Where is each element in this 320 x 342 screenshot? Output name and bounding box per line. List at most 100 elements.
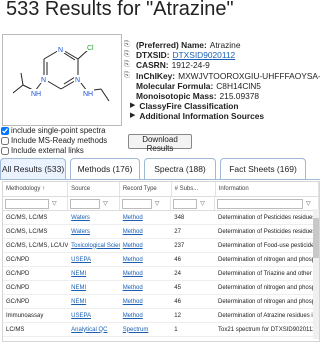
classyfire-toggle[interactable]: ▶ClassyFire Classification — [124, 101, 320, 111]
inchikey-value: MXWJVTOOROXGIU-UHFFFAOYSA-N — [178, 71, 320, 81]
tab-methods[interactable]: Methods (176) — [70, 158, 140, 179]
source-link[interactable]: NEMI — [71, 299, 86, 305]
chemical-properties: ⎘(Preferred) Name:Atrazine ⎘DTXSID:DTXSI… — [124, 40, 320, 122]
table-cell: Analytical QC — [68, 323, 120, 336]
record-type-link[interactable]: Method — [123, 313, 143, 319]
column-header-record-type[interactable]: Record Type — [120, 182, 172, 196]
table-row[interactable]: GC/MS, LC/MSWatersMethod27Determination … — [3, 225, 319, 239]
table-cell: Determination of nitrogen and phosph — [215, 253, 319, 266]
table-cell: Spectrum — [120, 323, 172, 336]
download-results-button[interactable]: Download Results — [128, 134, 192, 149]
chemical-structure-image: N N N Cl NH NH — [2, 34, 122, 126]
source-link[interactable]: Waters — [71, 229, 90, 235]
filter-icon[interactable]: ▽ — [200, 200, 205, 207]
casrn-value: 1912-24-9 — [172, 60, 210, 70]
table-cell: 237 — [171, 239, 215, 252]
ms-ready-methods-checkbox[interactable] — [1, 137, 9, 145]
table-row[interactable]: GC/MS, LC/MSWatersMethod348Determination… — [3, 211, 319, 225]
copy-icon[interactable]: ⎘ — [124, 50, 132, 60]
table-cell: 46 — [171, 295, 215, 308]
casrn-label: CASRN: — [136, 60, 169, 70]
table-cell: Method — [120, 211, 172, 224]
column-header-source[interactable]: Source — [68, 182, 120, 196]
table-cell: Method — [120, 309, 172, 322]
table-row[interactable]: ImmunoassayUSEPAMethod12Determination of… — [3, 309, 319, 323]
table-cell: GC/MS, LC/MS — [3, 211, 68, 224]
tab-fact-sheets[interactable]: Fact Sheets (169) — [220, 158, 306, 179]
svg-text:N: N — [75, 77, 80, 84]
table-cell: 46 — [171, 253, 215, 266]
single-point-spectra-checkbox[interactable] — [1, 127, 9, 135]
source-link[interactable]: Waters — [71, 215, 90, 221]
record-type-link[interactable]: Method — [123, 271, 143, 277]
table-cell: Determination of Food-use pesticides a — [215, 239, 319, 252]
inchikey-label: InChIKey: — [136, 71, 175, 81]
table-cell: 45 — [171, 281, 215, 294]
copy-icon[interactable]: ⎘ — [124, 71, 132, 81]
table-cell: Determination of nitrogen and phospho — [215, 281, 319, 294]
table-row[interactable]: GC/NPDNEMIMethod24Determination of Triaz… — [3, 267, 319, 281]
substances-filter-input[interactable] — [173, 199, 197, 209]
record-type-link[interactable]: Spectrum — [123, 327, 149, 333]
table-cell: Determination of nitrogen and phospho — [215, 295, 319, 308]
table-cell: GC/NPD — [3, 281, 68, 294]
additional-sources-toggle[interactable]: ▶Additional Information Sources — [124, 111, 320, 121]
filter-icon[interactable]: ▽ — [306, 200, 311, 207]
record-type-link[interactable]: Method — [123, 229, 143, 235]
single-point-spectra-option[interactable]: include single-point spectra — [0, 126, 107, 136]
column-header-information[interactable]: Information — [216, 182, 319, 196]
source-link[interactable]: Analytical QC — [71, 327, 107, 333]
methodology-filter-input[interactable] — [5, 199, 49, 209]
filter-icon[interactable]: ▽ — [155, 200, 160, 207]
tab-spectra[interactable]: Spectra (188) — [144, 158, 216, 179]
table-cell: GC/MS, LC/MS, LC/UV — [3, 239, 68, 252]
source-filter-input[interactable] — [70, 199, 100, 209]
table-cell: Method — [120, 253, 172, 266]
table-cell: Waters — [68, 211, 120, 224]
filter-icon[interactable]: ▽ — [103, 200, 108, 207]
information-filter-input[interactable] — [217, 199, 303, 209]
table-cell: Method — [120, 281, 172, 294]
mass-label: Monoisotopic Mass: — [136, 91, 217, 101]
dtxsid-link[interactable]: DTXSID9020112 — [173, 50, 236, 60]
record-type-link[interactable]: Method — [123, 299, 143, 305]
column-header-methodology[interactable]: Methodology ↑ — [3, 182, 68, 196]
record-type-filter-input[interactable] — [122, 199, 152, 209]
table-row[interactable]: GC/NPDUSEPAMethod46Determination of nitr… — [3, 253, 319, 267]
record-type-link[interactable]: Method — [123, 215, 143, 221]
preferred-name-label: (Preferred) Name: — [136, 40, 207, 50]
table-row[interactable]: GC/NPDNEMIMethod46Determination of nitro… — [3, 295, 319, 309]
record-type-link[interactable]: Method — [123, 243, 143, 249]
copy-icon[interactable]: ⎘ — [124, 40, 132, 50]
scrollbar-thumb[interactable] — [313, 218, 319, 258]
external-links-option[interactable]: Include external links — [0, 146, 107, 156]
table-cell: NEMI — [68, 281, 120, 294]
table-cell: GC/MS, LC/MS — [3, 225, 68, 238]
table-cell: Determination of Pesticides residues in — [215, 225, 319, 238]
preferred-name-value: Atrazine — [210, 40, 241, 50]
table-row[interactable]: GC/NPDNEMI Method 45Determination of nitro… — [3, 281, 319, 295]
source-link[interactable]: USEPA — [71, 313, 91, 319]
source-link[interactable]: Toxicological Scien — [71, 243, 120, 249]
table-cell: Determination of Triazine and other nitr — [215, 267, 319, 280]
table-cell: 12 — [171, 309, 215, 322]
tab-divider — [0, 179, 320, 180]
filter-icon[interactable]: ▽ — [52, 200, 57, 207]
source-link[interactable]: NEMI — [71, 285, 86, 291]
record-type-link[interactable]: Method — [123, 257, 143, 263]
copy-icon[interactable]: ⎘ — [124, 60, 132, 70]
column-header-substances[interactable]: # Subs... — [172, 182, 216, 196]
table-row[interactable]: LC/MSAnalytical QCSpectrum1Tox21 spectru… — [3, 323, 319, 337]
table-filter-row: ▽ ▽ ▽ ▽ ▽ — [3, 197, 319, 211]
ms-ready-methods-option[interactable]: Include MS-Ready methods — [0, 136, 107, 146]
external-links-checkbox[interactable] — [1, 147, 9, 155]
table-row[interactable]: GC/MS, LC/MS, LC/UVToxicological ScienMe… — [3, 239, 319, 253]
tab-all-results[interactable]: All Results (533) — [0, 158, 66, 179]
table-cell: Determination of Pesticides residues in — [215, 211, 319, 224]
record-type-link[interactable]: Method — [123, 285, 143, 291]
table-cell: Method — [120, 225, 172, 238]
source-link[interactable]: NEMI — [71, 271, 86, 277]
source-link[interactable]: USEPA — [71, 257, 91, 263]
table-cell: LC/MS — [3, 323, 68, 336]
mass-value: 215.09378 — [220, 91, 260, 101]
